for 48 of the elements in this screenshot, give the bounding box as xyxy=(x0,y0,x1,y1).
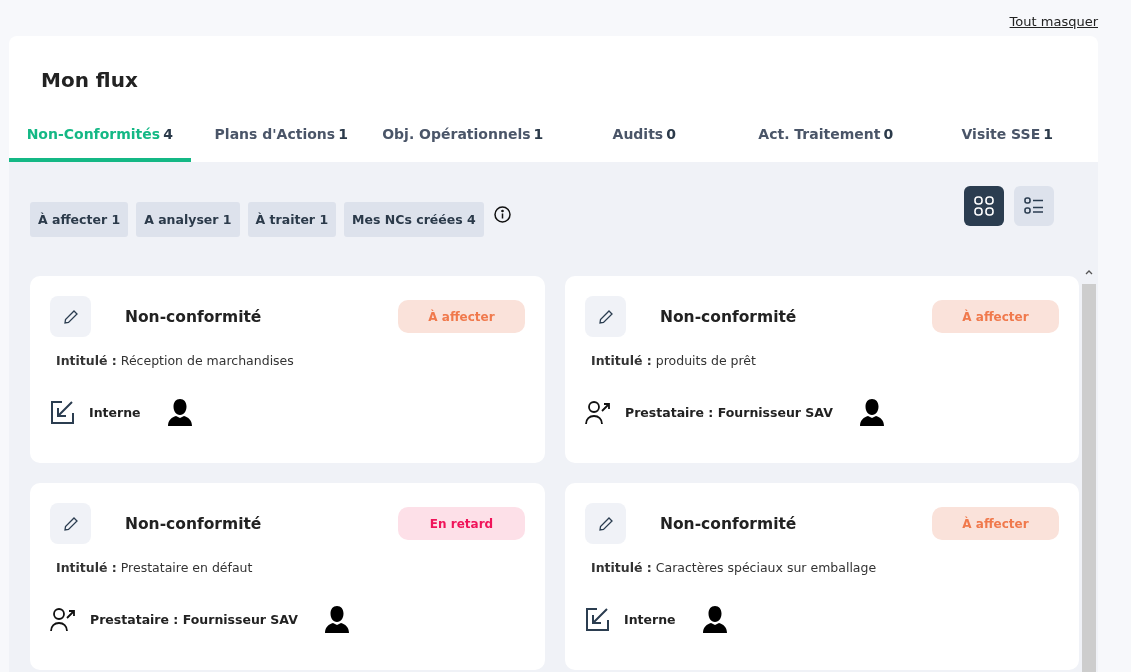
arrow-into-box-icon xyxy=(585,606,610,632)
tab[interactable]: Visite SSE 1 xyxy=(916,126,1098,162)
origin-label: Prestataire : Fournisseur SAV xyxy=(90,611,298,627)
card-title: Non-conformité xyxy=(660,307,798,326)
card-subject: Intitulé : Réception de marchandises xyxy=(56,353,295,368)
filter-chip[interactable]: À affecter 1 xyxy=(30,202,129,237)
edit-button[interactable] xyxy=(585,503,626,544)
tab[interactable]: Audits 0 xyxy=(553,126,735,162)
list-icon xyxy=(1024,197,1044,215)
filter-chip[interactable]: Mes NCs créées 4 xyxy=(344,202,484,237)
pencil-icon xyxy=(597,515,614,532)
card-subject: Intitulé : produits de prêt xyxy=(591,353,757,368)
status-badge: À affecter xyxy=(932,507,1059,540)
pencil-icon xyxy=(597,308,614,325)
origin-label: Prestataire : Fournisseur SAV xyxy=(625,404,833,420)
origin-label: Interne xyxy=(89,404,141,420)
view-toggle-button[interactable] xyxy=(1014,186,1054,226)
edit-button[interactable] xyxy=(50,296,91,337)
avatar-icon xyxy=(166,398,193,426)
person-arrow-icon xyxy=(585,399,611,425)
view-toggle-button[interactable] xyxy=(964,186,1004,226)
arrow-into-box-icon xyxy=(50,399,75,425)
info-icon[interactable] xyxy=(493,206,511,223)
person-arrow-icon xyxy=(50,606,76,632)
card-title: Non-conformité xyxy=(125,307,263,326)
pencil-icon xyxy=(62,308,79,325)
tab[interactable]: Act. Traitement 0 xyxy=(735,126,917,162)
status-badge: À affecter xyxy=(932,300,1059,333)
edit-button[interactable] xyxy=(50,503,91,544)
tab[interactable]: Plans d'Actions 1 xyxy=(190,126,372,162)
edit-button[interactable] xyxy=(585,296,626,337)
status-badge: En retard xyxy=(398,507,525,540)
avatar-icon xyxy=(858,398,885,426)
status-badge: À affecter xyxy=(398,300,525,333)
card-title: Non-conformité xyxy=(660,514,798,533)
tab[interactable]: Obj. Opérationnels 1 xyxy=(372,126,554,162)
avatar-icon xyxy=(701,605,728,633)
card-subject: Intitulé : Caractères spéciaux sur emballage xyxy=(591,560,878,575)
grid-icon xyxy=(974,196,994,216)
avatar-icon xyxy=(323,605,350,633)
hide-all-link[interactable]: Tout masquer xyxy=(1009,14,1098,32)
origin-label: Interne xyxy=(624,611,676,627)
filter-chip[interactable]: A analyser 1 xyxy=(136,202,240,237)
pencil-icon xyxy=(62,515,79,532)
panel-title: Mon flux xyxy=(41,68,139,92)
card-subject: Intitulé : Prestataire en défaut xyxy=(56,560,254,575)
filter-chip[interactable]: À traiter 1 xyxy=(247,202,337,237)
card-title: Non-conformité xyxy=(125,514,263,533)
